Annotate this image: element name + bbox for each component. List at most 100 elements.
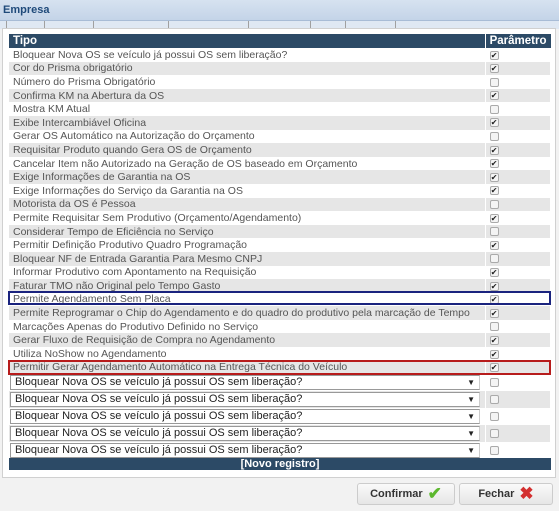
row-label: Permitir Definição Produtivo Quadro Prog… (9, 238, 486, 252)
close-button[interactable]: Fechar ✖ (459, 483, 553, 505)
new-row: Bloquear Nova OS se veículo já possui OS… (9, 374, 552, 392)
select-value: Bloquear Nova OS se veículo já possui OS… (15, 376, 303, 389)
table-row: Mostra KM Atual (9, 102, 552, 116)
type-select[interactable]: Bloquear Nova OS se veículo já possui OS… (10, 375, 480, 391)
parameter-checkbox[interactable] (489, 227, 499, 237)
table-row: Marcações Apenas do Produtivo Definido n… (9, 319, 552, 334)
row-label: Informar Produtivo com Apontamento na Re… (9, 265, 486, 280)
parameter-checkbox[interactable]: ✔ (489, 64, 499, 74)
table-row: Utiliza NoShow no Agendamento ✔ (9, 347, 552, 361)
select-value: Bloquear Nova OS se veículo já possui OS… (15, 444, 303, 457)
row-label: Exige Informações de Garantia na OS (9, 170, 486, 184)
select-value: Bloquear Nova OS se veículo já possui OS… (15, 393, 303, 406)
table-row: Bloquear Nova OS se veículo já possui OS… (9, 48, 552, 62)
table-row: Informar Produtivo com Apontamento na Re… (9, 265, 552, 280)
table-row: Gerar OS Automático na Autorização do Or… (9, 129, 552, 144)
new-row: Bloquear Nova OS se veículo já possui OS… (9, 425, 552, 443)
parameter-checkbox[interactable]: ✔ (489, 145, 499, 155)
row-label: Cancelar Item não Autorizado na Geração … (9, 156, 486, 171)
parameter-checkbox[interactable]: ✔ (489, 349, 499, 359)
row-label: Cor do Prisma obrigatório (9, 61, 486, 76)
row-label: Bloquear Nova OS se veículo já possui OS… (9, 48, 486, 62)
checkmark-icon: ✔ (427, 484, 442, 503)
table-row: Permitir Definição Produtivo Quadro Prog… (9, 238, 552, 252)
close-x-icon: ✖ (519, 484, 534, 503)
dropdown-arrow-icon: ▼ (467, 395, 475, 405)
row-label: Exibe Intercambiável Oficina (9, 115, 486, 130)
table-row: Requisitar Produto quando Gera OS de Orç… (9, 143, 552, 157)
column-header-parametro: Parâmetro (485, 34, 551, 48)
table-row: Permite Reprogramar o Chip do Agendament… (9, 306, 552, 320)
table-row: Confirma KM na Abertura da OS ✔ (9, 88, 552, 103)
row-label: Considerar Tempo de Eficiência no Serviç… (9, 224, 486, 239)
parameter-checkbox[interactable]: ✔ (489, 268, 499, 278)
dropdown-arrow-icon: ▼ (467, 412, 475, 422)
close-label: Fechar (478, 488, 515, 500)
row-label: Bloquear NF de Entrada Garantia Para Mes… (9, 251, 486, 266)
table-row: Exige Informações de Garantia na OS ✔ (9, 170, 552, 184)
type-select[interactable]: Bloquear Nova OS se veículo já possui OS… (10, 409, 480, 425)
new-row: Bloquear Nova OS se veículo já possui OS… (9, 391, 552, 409)
type-select[interactable]: Bloquear Nova OS se veículo já possui OS… (10, 392, 480, 408)
table-row: Cancelar Item não Autorizado na Geração … (9, 156, 552, 171)
row-label: Gerar Fluxo de Requisição de Compra no A… (9, 333, 486, 348)
parameter-checkbox[interactable]: ✔ (489, 172, 499, 182)
parameter-checkbox[interactable]: ✔ (489, 213, 499, 223)
parameter-checkbox[interactable]: ✔ (489, 281, 499, 291)
new-row: Bloquear Nova OS se veículo já possui OS… (9, 408, 552, 426)
parameter-checkbox[interactable]: ✔ (489, 186, 499, 196)
parameter-checkbox[interactable] (489, 77, 499, 87)
select-value: Bloquear Nova OS se veículo já possui OS… (15, 427, 303, 440)
row-label: Requisitar Produto quando Gera OS de Orç… (9, 143, 486, 157)
highlight-box-blue (8, 291, 551, 305)
parameter-checkbox[interactable]: ✔ (489, 159, 499, 169)
select-value: Bloquear Nova OS se veículo já possui OS… (15, 410, 303, 423)
new-row: Bloquear Nova OS se veículo já possui OS… (9, 442, 552, 460)
parameter-checkbox[interactable] (489, 412, 499, 422)
new-record-button[interactable]: [Novo registro] (9, 458, 551, 470)
row-label: Gerar OS Automático na Autorização do Or… (9, 129, 486, 144)
column-header-tipo: Tipo (9, 34, 486, 48)
window-title: Empresa (3, 4, 50, 16)
parameter-checkbox[interactable]: ✔ (489, 335, 499, 345)
row-label: Mostra KM Atual (9, 102, 486, 116)
parameter-checkbox[interactable] (489, 446, 499, 456)
type-select[interactable]: Bloquear Nova OS se veículo já possui OS… (10, 426, 480, 442)
type-select[interactable]: Bloquear Nova OS se veículo já possui OS… (10, 443, 480, 459)
window-titlebar: Empresa (0, 0, 559, 21)
parameters-table: Tipo Parâmetro Bloquear Nova OS se veícul… (9, 34, 552, 460)
row-label: Permite Reprogramar o Chip do Agendament… (9, 306, 486, 320)
parameter-checkbox[interactable]: ✔ (489, 91, 499, 101)
row-label: Número do Prisma Obrigatório (9, 75, 486, 89)
parameter-checkbox[interactable] (489, 254, 499, 264)
table-row: Exibe Intercambiável Oficina ✔ (9, 115, 552, 130)
highlight-box-red (8, 360, 551, 375)
table-row: Considerar Tempo de Eficiência no Serviç… (9, 224, 552, 239)
parameter-checkbox[interactable] (489, 429, 499, 439)
dropdown-arrow-icon: ▼ (467, 378, 475, 388)
parameter-checkbox[interactable] (489, 395, 499, 405)
dropdown-arrow-icon: ▼ (467, 429, 475, 439)
table-row: Motorista da OS é Pessoa (9, 197, 552, 212)
parameter-checkbox[interactable]: ✔ (489, 118, 499, 128)
table-row: Número do Prisma Obrigatório (9, 75, 552, 89)
parameter-checkbox[interactable]: ✔ (489, 50, 499, 60)
dropdown-arrow-icon: ▼ (467, 446, 475, 456)
row-label: Exige Informações do Serviço da Garantia… (9, 183, 486, 198)
parameter-checkbox[interactable] (489, 322, 499, 332)
parameter-checkbox[interactable]: ✔ (489, 240, 499, 250)
table-row: Bloquear NF de Entrada Garantia Para Mes… (9, 251, 552, 266)
parameter-checkbox[interactable] (489, 200, 499, 210)
table-row: Cor do Prisma obrigatório ✔ (9, 61, 552, 76)
parameter-checkbox[interactable] (489, 378, 499, 388)
parameter-checkbox[interactable] (489, 104, 499, 114)
row-label: Marcações Apenas do Produtivo Definido n… (9, 319, 486, 334)
row-label: Motorista da OS é Pessoa (9, 197, 486, 212)
confirm-label: Confirmar (370, 488, 423, 500)
row-label: Permite Requisitar Sem Produtivo (Orçame… (9, 211, 486, 225)
parameter-checkbox[interactable] (489, 132, 499, 142)
table-row: Permite Requisitar Sem Produtivo (Orçame… (9, 211, 552, 225)
row-label: Utiliza NoShow no Agendamento (9, 347, 486, 361)
confirm-button[interactable]: Confirmar ✔ (357, 483, 455, 505)
parameter-checkbox[interactable]: ✔ (489, 308, 499, 318)
